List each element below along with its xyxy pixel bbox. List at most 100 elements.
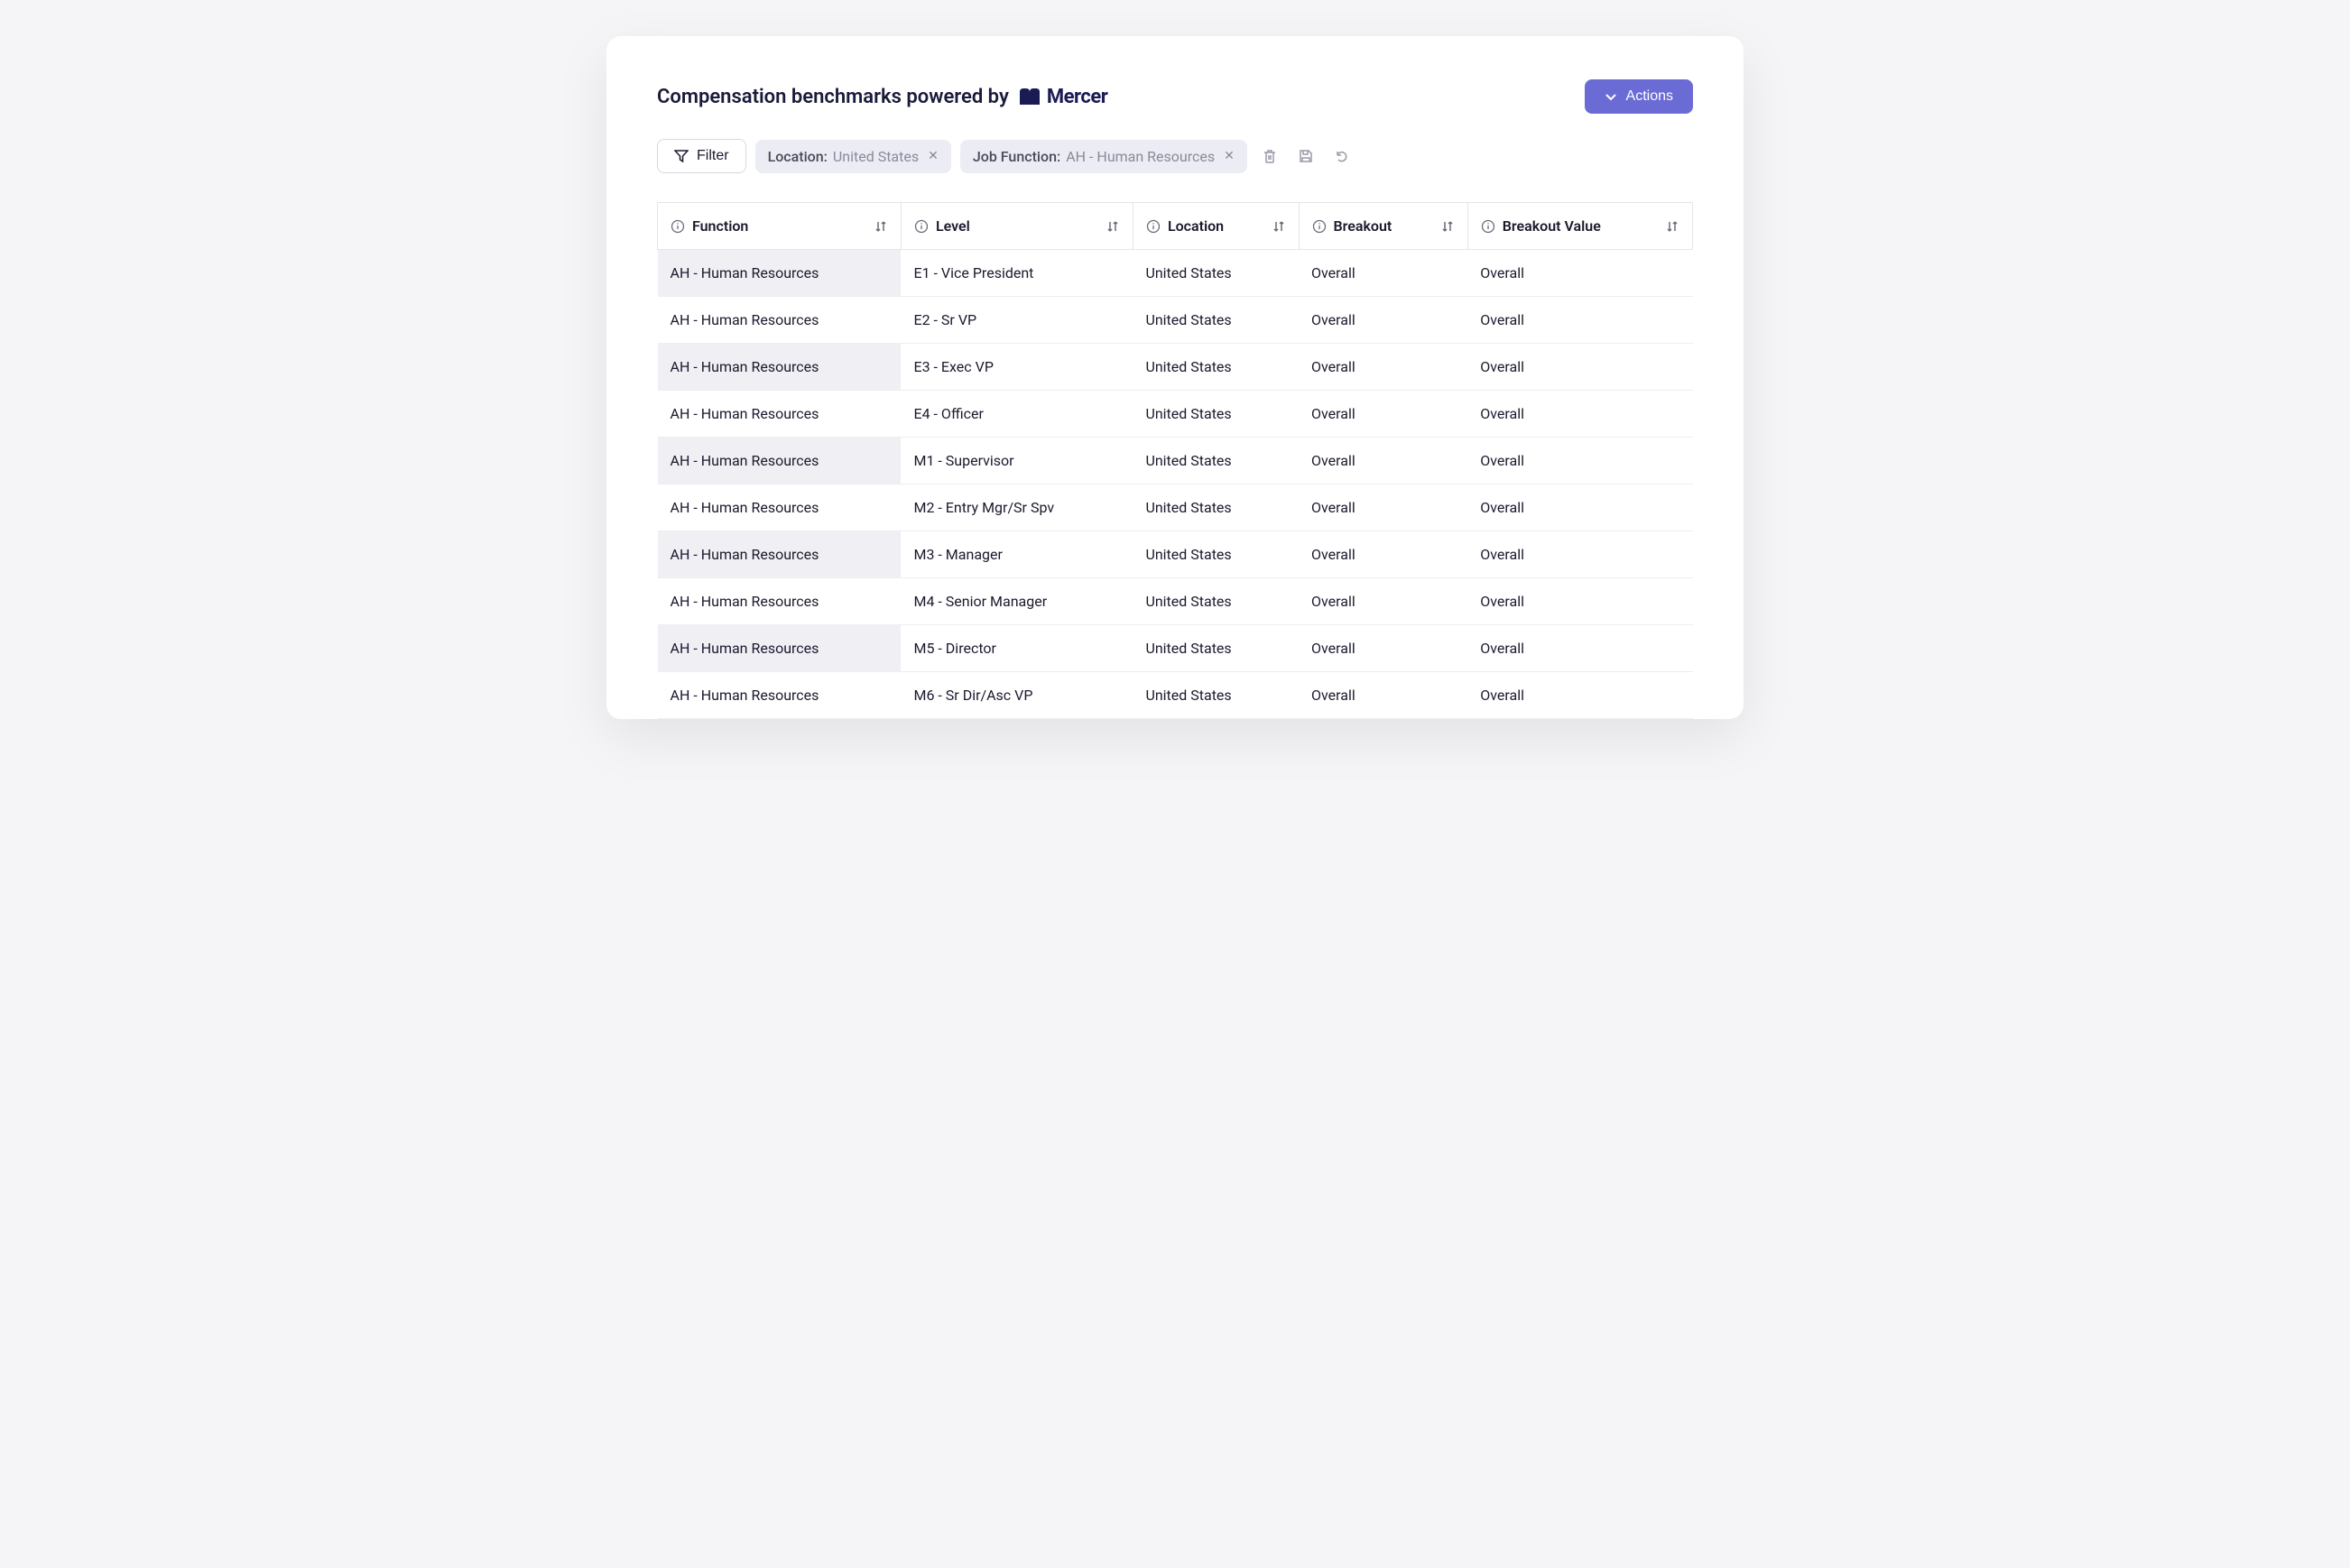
info-icon [671,219,685,234]
cell-function: AH - Human Resources [658,344,902,391]
cell-breakout_value: Overall [1467,672,1692,719]
cell-breakout: Overall [1299,438,1467,484]
cell-breakout_value: Overall [1467,625,1692,672]
column-header[interactable]: Breakout [1299,203,1467,250]
table-row[interactable]: AH - Human ResourcesE3 - Exec VPUnited S… [658,344,1693,391]
table-row[interactable]: AH - Human ResourcesM1 - SupervisorUnite… [658,438,1693,484]
info-icon [914,219,929,234]
column-header[interactable]: Location [1133,203,1299,250]
cell-breakout: Overall [1299,578,1467,625]
filter-chip-label: Job Function: [973,148,1060,165]
cell-location: United States [1133,344,1299,391]
column-header[interactable]: Function [658,203,902,250]
filter-chip-value: AH - Human Resources [1066,148,1215,165]
save-filters-button[interactable] [1292,143,1319,170]
cell-breakout_value: Overall [1467,578,1692,625]
cell-location: United States [1133,672,1299,719]
filter-chip-value: United States [833,148,919,165]
cell-location: United States [1133,531,1299,578]
header-row: Compensation benchmarks powered by Merce… [657,79,1693,114]
cell-location: United States [1133,578,1299,625]
cell-level: M4 - Senior Manager [901,578,1133,625]
cell-level: E2 - Sr VP [901,297,1133,344]
filter-chip-label: Location: [768,148,828,165]
cell-breakout: Overall [1299,625,1467,672]
chevron-down-icon [1605,90,1617,103]
cell-location: United States [1133,484,1299,531]
info-icon [1481,219,1495,234]
trash-icon [1262,148,1278,164]
cell-level: E1 - Vice President [901,250,1133,297]
column-header-label: Breakout [1334,217,1392,235]
cell-breakout_value: Overall [1467,391,1692,438]
sort-icon[interactable] [874,219,888,234]
filter-icon [674,149,689,163]
filter-row: Filter Location: United States✕Job Funct… [657,139,1693,173]
filter-chip[interactable]: Job Function: AH - Human Resources ✕ [960,140,1247,173]
cell-function: AH - Human Resources [658,438,902,484]
column-header-label: Level [936,217,970,235]
title-wrap: Compensation benchmarks powered by Merce… [657,86,1107,108]
filter-button[interactable]: Filter [657,139,746,173]
cell-breakout_value: Overall [1467,344,1692,391]
cell-level: E4 - Officer [901,391,1133,438]
filter-button-label: Filter [697,148,729,164]
cell-level: M6 - Sr Dir/Asc VP [901,672,1133,719]
cell-level: E3 - Exec VP [901,344,1133,391]
page-title: Compensation benchmarks powered by [657,86,1009,108]
close-icon[interactable]: ✕ [1224,149,1235,163]
table-row[interactable]: AH - Human ResourcesM4 - Senior ManagerU… [658,578,1693,625]
table-row[interactable]: AH - Human ResourcesM6 - Sr Dir/Asc VPUn… [658,672,1693,719]
reset-filters-button[interactable] [1328,143,1355,170]
cell-breakout: Overall [1299,531,1467,578]
cell-breakout_value: Overall [1467,438,1692,484]
column-header[interactable]: Breakout Value [1467,203,1692,250]
cell-level: M3 - Manager [901,531,1133,578]
cell-breakout: Overall [1299,344,1467,391]
cell-breakout: Overall [1299,297,1467,344]
table-row[interactable]: AH - Human ResourcesE1 - Vice PresidentU… [658,250,1693,297]
actions-button[interactable]: Actions [1585,79,1693,114]
cell-breakout_value: Overall [1467,484,1692,531]
cell-function: AH - Human Resources [658,484,902,531]
delete-filters-button[interactable] [1256,143,1283,170]
table-row[interactable]: AH - Human ResourcesM3 - ManagerUnited S… [658,531,1693,578]
filter-chip[interactable]: Location: United States ✕ [755,140,951,173]
mercer-mark-icon [1018,87,1041,106]
cell-function: AH - Human Resources [658,672,902,719]
column-header-label: Location [1168,217,1224,235]
cell-breakout_value: Overall [1467,250,1692,297]
save-icon [1298,148,1314,164]
table-row[interactable]: AH - Human ResourcesE2 - Sr VPUnited Sta… [658,297,1693,344]
cell-location: United States [1133,250,1299,297]
cell-level: M5 - Director [901,625,1133,672]
benchmarks-table: Function Level Location Breakout Breakout Va… [657,202,1693,719]
cell-breakout: Overall [1299,484,1467,531]
mercer-brand-text: Mercer [1047,86,1107,108]
cell-level: M2 - Entry Mgr/Sr Spv [901,484,1133,531]
table-row[interactable]: AH - Human ResourcesE4 - OfficerUnited S… [658,391,1693,438]
sort-icon[interactable] [1665,219,1679,234]
cell-breakout: Overall [1299,250,1467,297]
table-row[interactable]: AH - Human ResourcesM5 - DirectorUnited … [658,625,1693,672]
cell-location: United States [1133,625,1299,672]
column-header-label: Breakout Value [1503,217,1601,235]
sort-icon[interactable] [1440,219,1455,234]
column-header-label: Function [692,217,748,235]
cell-breakout_value: Overall [1467,531,1692,578]
cell-breakout: Overall [1299,672,1467,719]
info-icon [1312,219,1327,234]
close-icon[interactable]: ✕ [928,149,939,163]
cell-function: AH - Human Resources [658,391,902,438]
cell-breakout: Overall [1299,391,1467,438]
column-header[interactable]: Level [901,203,1133,250]
sort-icon[interactable] [1272,219,1286,234]
actions-button-label: Actions [1626,88,1673,105]
cell-function: AH - Human Resources [658,531,902,578]
cell-function: AH - Human Resources [658,625,902,672]
sort-icon[interactable] [1106,219,1120,234]
table-row[interactable]: AH - Human ResourcesM2 - Entry Mgr/Sr Sp… [658,484,1693,531]
cell-function: AH - Human Resources [658,250,902,297]
cell-location: United States [1133,297,1299,344]
cell-location: United States [1133,391,1299,438]
